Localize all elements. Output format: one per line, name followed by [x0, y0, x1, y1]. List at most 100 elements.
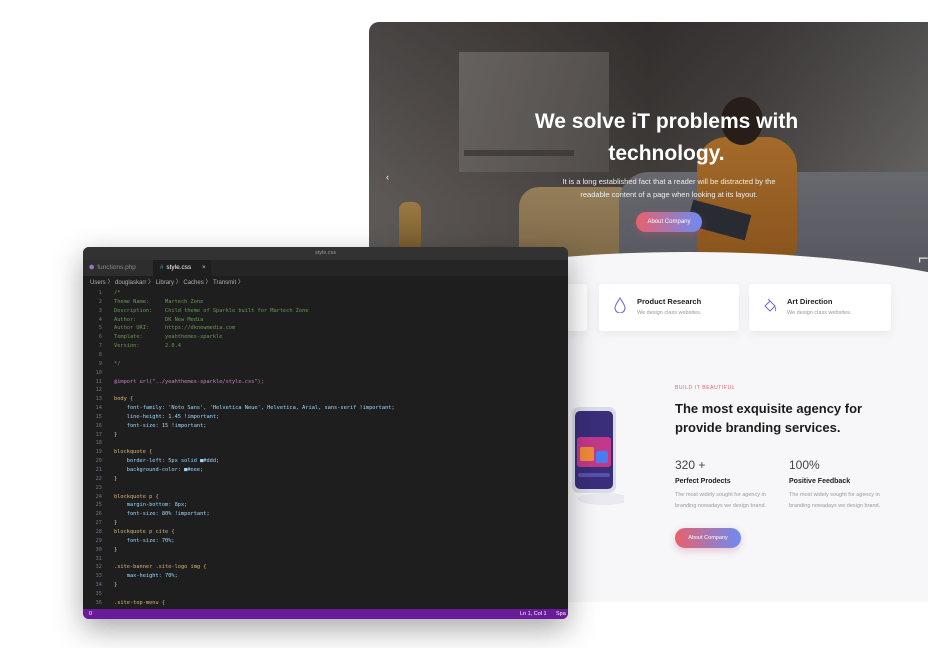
code-line: .site-banner .site-logo img {: [114, 564, 207, 571]
editor-status-bar: 0 Ln 1, Col 1 Spa: [83, 609, 568, 619]
status-problems[interactable]: 0: [89, 609, 92, 619]
line-number: 2: [98, 298, 102, 305]
stat-number: 320 +: [675, 458, 706, 472]
code-line: blockquote p cite {: [114, 528, 175, 535]
code-line: */: [114, 360, 121, 367]
line-number: 29: [95, 537, 102, 544]
stat-positive-feedback: 100% Positive Feedback The most widely s…: [789, 458, 899, 512]
tab-functions-php[interactable]: ⬢ functions.php: [83, 260, 153, 276]
card-subtitle: We design class websites.: [637, 310, 702, 316]
tab-style-css[interactable]: # style.css ×: [153, 260, 211, 276]
line-number: 16: [95, 422, 102, 429]
code-line: max-height: 70%;: [114, 573, 178, 580]
tab-label: style.css: [166, 264, 192, 271]
code-editor-window: style.css ⬢ functions.php # style.css × Us…: [83, 247, 568, 619]
service-card-art-direction[interactable]: Art Direction We design class websites.: [749, 284, 891, 331]
code-line: blockquote {: [114, 449, 153, 456]
line-number: 24: [95, 493, 102, 500]
hero-about-company-button[interactable]: About Company: [636, 212, 702, 232]
code-line: Description: Child theme of Sparkle buil…: [114, 307, 309, 314]
line-number: 20: [95, 458, 102, 465]
code-line: /*: [114, 290, 121, 296]
code-line: body {: [114, 396, 134, 403]
about-tagline: BUILD IT BEAUTIFUL: [675, 385, 736, 391]
stat-label: Positive Feedback: [789, 478, 851, 485]
line-number: 27: [95, 520, 102, 527]
close-tab-icon[interactable]: ×: [202, 260, 206, 276]
about-title: The most exquisite agency for provide br…: [675, 401, 863, 435]
code-line: }: [114, 520, 118, 527]
line-number: 5: [98, 325, 102, 332]
phone-illustration: [572, 407, 624, 505]
line-number: 34: [95, 582, 102, 589]
line-number: 1: [98, 290, 102, 296]
slider-next-arrow-icon[interactable]: ⌐: [918, 248, 928, 269]
screenshot-stage: ‹ ⌐ We solve iT problems with technology…: [0, 0, 928, 648]
editor-title-bar: style.css: [83, 247, 568, 260]
php-file-icon: ⬢: [89, 265, 95, 271]
about-company-button[interactable]: About Company: [675, 528, 741, 548]
code-line: .site-top-menu {: [114, 599, 166, 606]
code-line: @import url("../yeahthemes-sparkle/style…: [114, 378, 264, 385]
status-indentation[interactable]: Spa: [556, 609, 566, 619]
code-line: background-color: ■#eee;: [114, 467, 204, 473]
line-number: 19: [95, 449, 102, 456]
code-line: border-left: 5px solid ■#ddd;: [114, 458, 220, 465]
code-area[interactable]: 1 /* 2 Theme Name: Martech Zone 3 Description…: [83, 289, 568, 609]
line-number: 18: [95, 440, 102, 447]
line-number: 36: [95, 599, 102, 606]
line-number: 30: [95, 546, 102, 553]
css-file-icon: #: [160, 265, 164, 271]
line-number: 32: [95, 564, 102, 571]
line-number: 23: [95, 484, 102, 491]
status-cursor-position[interactable]: Ln 1, Col 1: [520, 609, 547, 619]
stat-label: Perfect Prodects: [675, 478, 731, 485]
line-number: 8: [98, 351, 102, 358]
code-line: font-size: 15 !important;: [114, 422, 207, 429]
line-number: 9: [98, 360, 102, 367]
service-card-product-research[interactable]: Product Research We design class website…: [599, 284, 739, 331]
slider-prev-arrow-icon[interactable]: ‹: [386, 172, 389, 182]
line-number: 3: [98, 307, 102, 314]
line-number: 22: [95, 475, 102, 482]
line-number: 10: [95, 369, 102, 376]
line-number: 31: [95, 555, 102, 562]
line-number: 11: [95, 378, 102, 385]
code-line: font-size: 80% !important;: [114, 511, 210, 518]
line-number: 17: [95, 431, 102, 438]
line-number: 4: [98, 316, 102, 323]
code-line: }: [114, 546, 118, 553]
hero-title-line2: technology.: [608, 142, 725, 165]
card-subtitle: We design class websites.: [787, 310, 852, 316]
line-number: 25: [95, 502, 102, 509]
code-line: }: [114, 431, 118, 438]
code-line: blockquote p {: [114, 493, 159, 500]
code-line: line-height: 1.45 !important;: [114, 413, 220, 420]
line-number: 26: [95, 511, 102, 518]
hero-title: We solve iT problems with technology.: [369, 106, 928, 170]
line-number: 14: [95, 405, 102, 412]
code-line: Theme Name: Martech Zone: [114, 298, 204, 305]
stat-description: The most widely sought for agency in bra…: [789, 492, 881, 509]
line-number: 15: [95, 413, 102, 420]
editor-tab-bar: ⬢ functions.php # style.css ×: [83, 260, 568, 276]
hero-title-line1: We solve iT problems with: [534, 110, 799, 133]
code-line: font-family: 'Noto Sans', 'Helvetica Neu…: [114, 405, 395, 412]
code-line: font-size: 70%;: [114, 537, 175, 544]
line-number: 33: [95, 573, 102, 580]
line-number: 28: [95, 528, 102, 535]
line-number: 12: [95, 387, 102, 394]
code-line: Template: yeahthemes-sparkle: [114, 334, 223, 341]
drop-icon: [614, 297, 626, 313]
code-line: Author: DK New Media: [114, 316, 204, 323]
stat-number: 100%: [789, 458, 820, 472]
tab-label: functions.php: [97, 264, 136, 271]
hero-subtitle: It is a long established fact that a rea…: [562, 177, 776, 199]
paint-bucket-icon: [764, 298, 777, 312]
breadcrumb[interactable]: Users 〉 douglaskarr 〉 Library 〉 Caches 〉…: [83, 277, 568, 289]
card-title: Art Direction: [787, 297, 833, 306]
stat-description: The most widely sought for agency in bra…: [675, 492, 767, 509]
line-number: 7: [98, 343, 102, 350]
code-line: Author URI: https://dknewmedia.com: [114, 325, 236, 332]
line-number: 6: [98, 334, 102, 341]
